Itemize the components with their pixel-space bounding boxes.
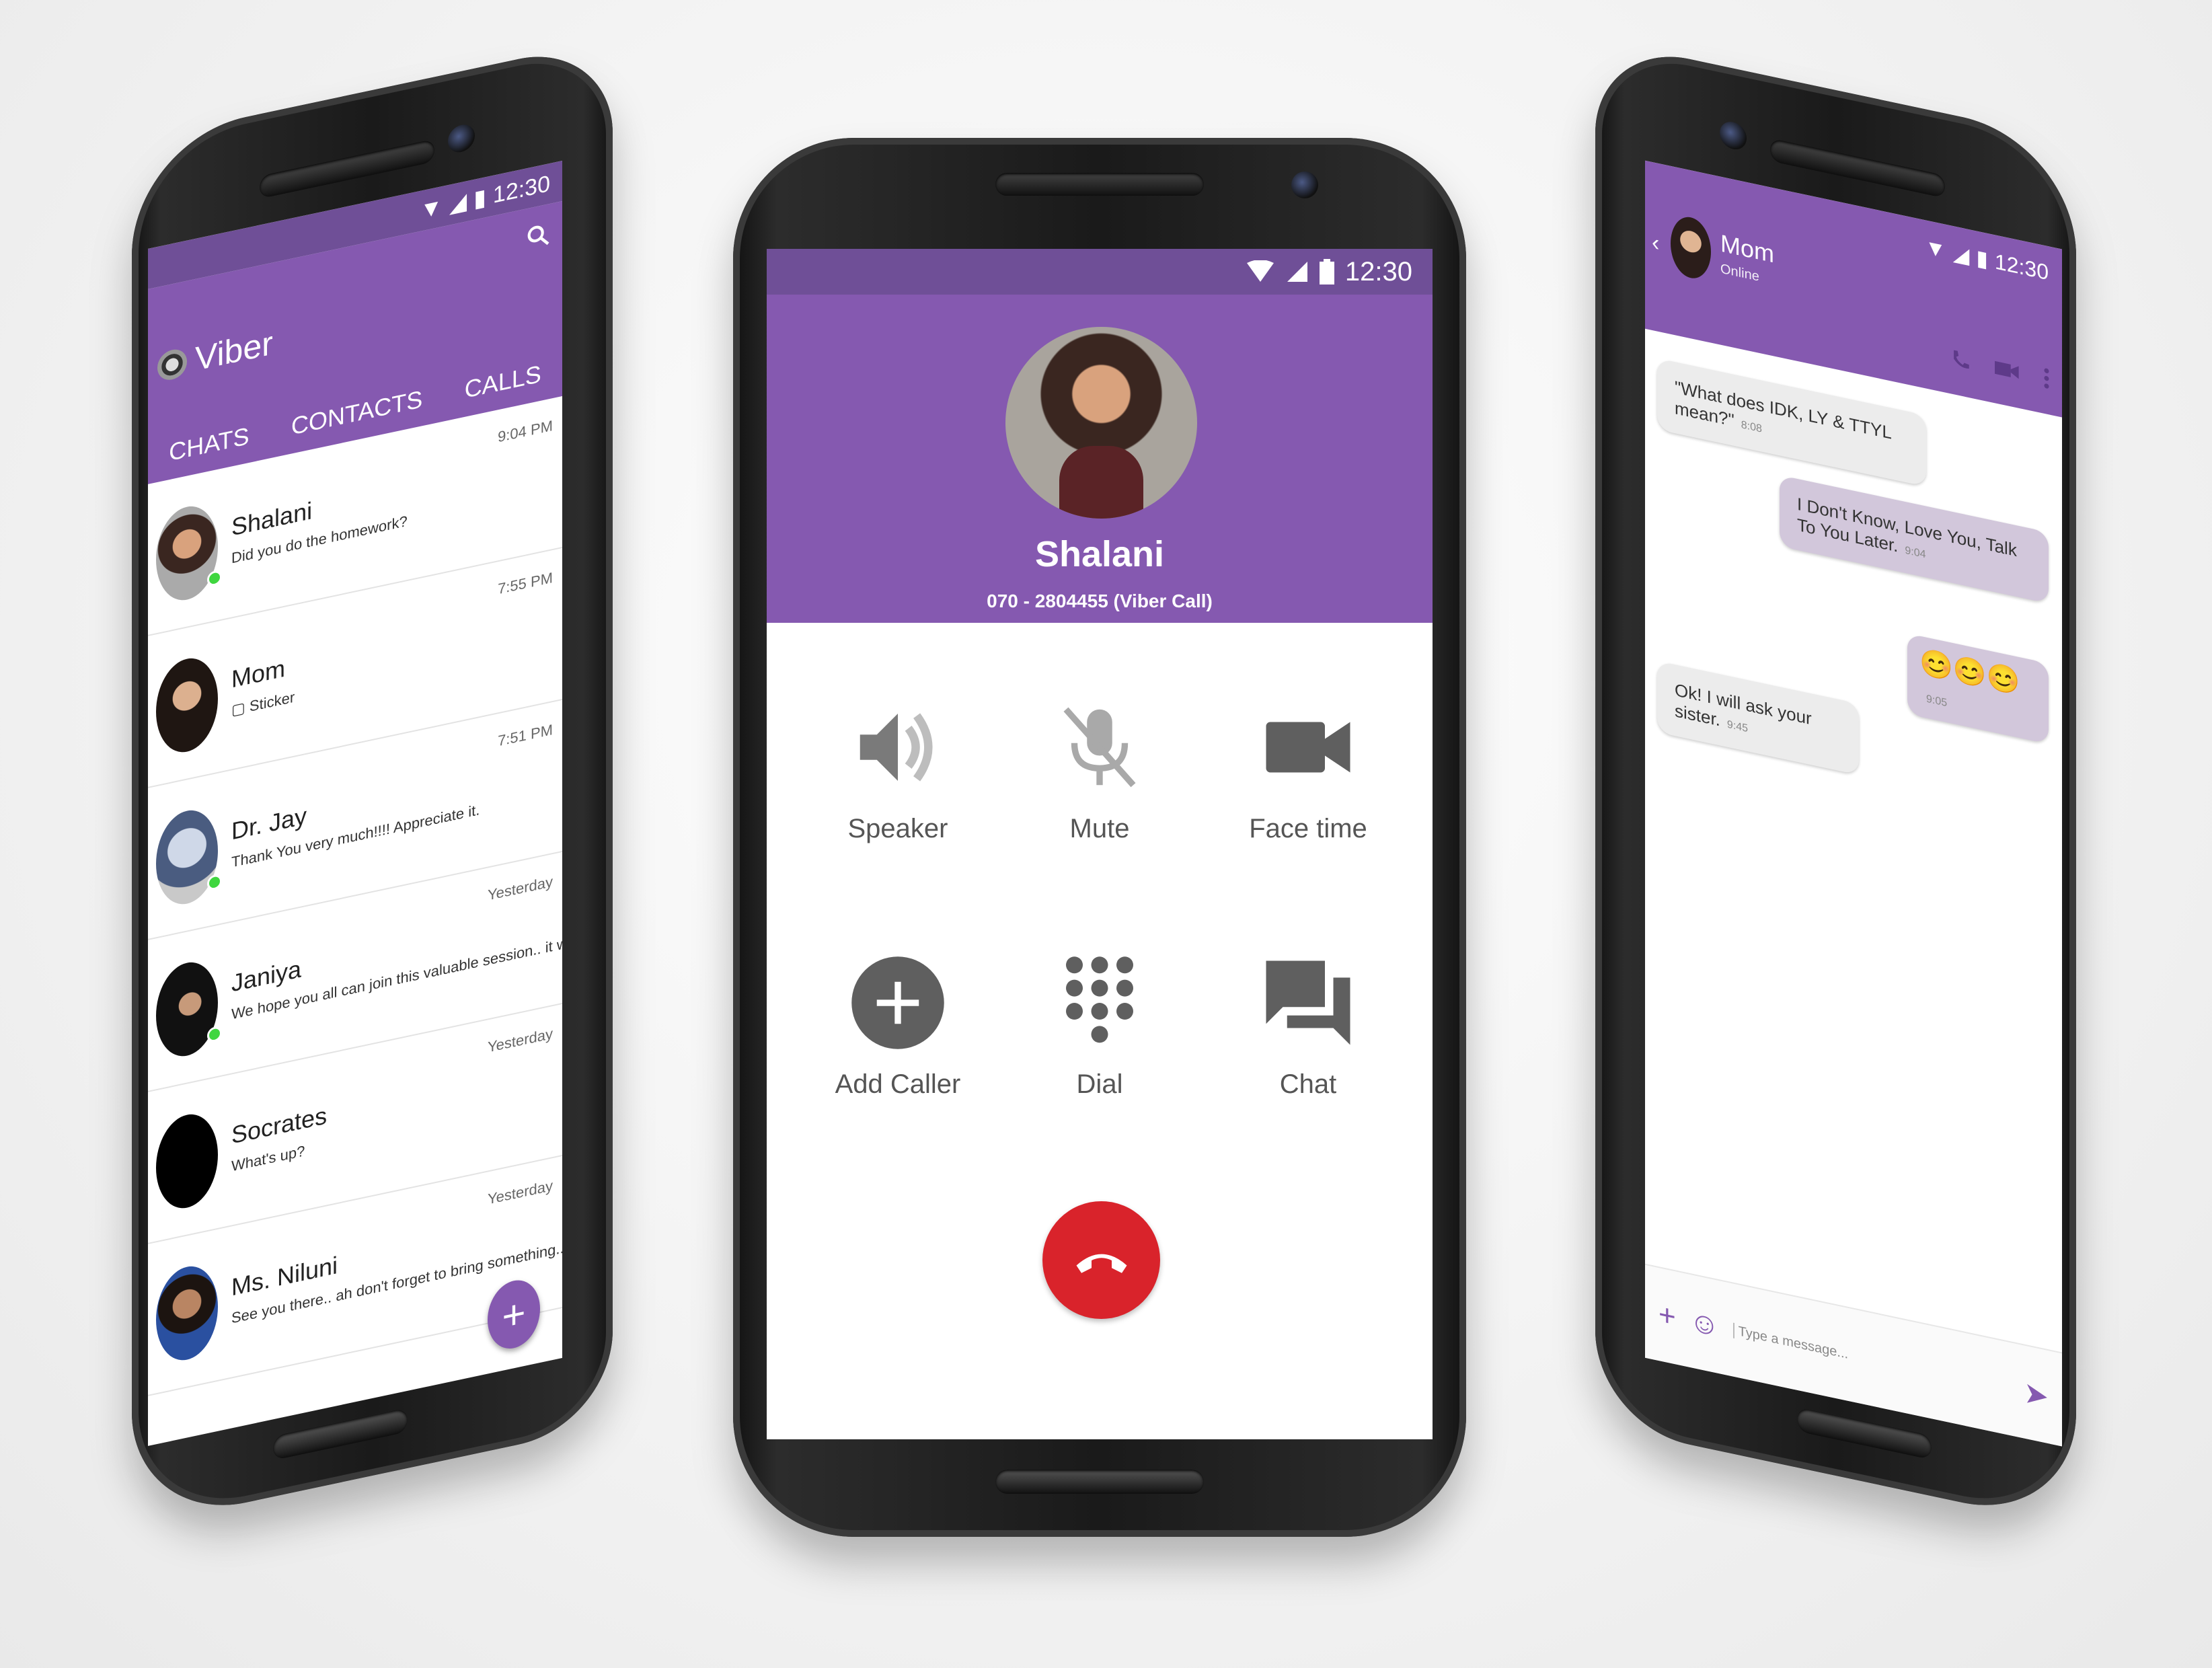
call-actions: Speaker Mute Face time Add Caller Dial C… [767,623,1433,1439]
contact-status: Online [1720,261,1759,285]
earpiece-speaker [260,139,434,199]
search-icon[interactable] [525,219,551,252]
wifi-icon [1246,260,1274,282]
avatar [156,804,218,911]
center-phone-device: 12:30 Shalani 070 - 2804455 (Viber Call)… [733,138,1466,1537]
earpiece-speaker [995,173,1204,196]
chat-name: Janiya [231,954,302,997]
tab-calls[interactable]: CALLS [465,360,541,404]
mute-label: Mute [1069,814,1130,843]
status-time: 12:30 [1994,248,2049,285]
more-options-icon[interactable] [2043,367,2050,391]
send-icon[interactable]: ➤ [2024,1375,2049,1414]
add-caller-button[interactable]: Add Caller [797,952,999,1100]
emoji-icon[interactable]: ☺ [1689,1304,1720,1344]
signal-icon [1287,262,1307,282]
caller-avatar [1005,327,1197,519]
status-time: 12:30 [492,170,550,208]
signal-icon: ◢ [449,188,467,218]
wifi-icon: ▼ [1925,233,1946,263]
message-text: "What does IDK, LY & TTYL mean?" [1675,377,1891,443]
header-actions [1949,346,2050,391]
front-camera [1291,172,1318,198]
add-circle-icon [851,956,944,1049]
phone-icon[interactable] [1949,346,1972,374]
message-time: 9:04 [1905,544,1926,561]
avatar [156,1260,218,1367]
chat-time: Yesterday [487,1176,553,1208]
home-button[interactable] [995,1470,1204,1494]
dial-label: Dial [1076,1069,1123,1099]
caller-number: 070 - 2804455 (Viber Call) [987,591,1213,611]
speaker-label: Speaker [847,814,948,843]
video-icon[interactable] [1995,357,2020,383]
chat-name: Mom [231,654,285,693]
caller-header: Shalani 070 - 2804455 (Viber Call) [767,295,1433,623]
end-call-icon [1076,1254,1127,1273]
speaker-icon [860,713,933,782]
status-bar: 12:30 [767,249,1433,295]
tab-chats[interactable]: CHATS [169,422,249,467]
face-time-label: Face time [1249,814,1367,843]
chat-time: Yesterday [487,872,553,904]
call-screen: 12:30 Shalani 070 - 2804455 (Viber Call)… [767,249,1433,1439]
home-button[interactable] [1797,1406,1932,1460]
left-phone-device: ▼ ◢ ▮ 12:30 Viber CHATS CONTACTS CALLS S… [132,39,613,1527]
message-time: 8:08 [1741,419,1762,435]
front-camera [448,122,475,155]
avatar [156,956,218,1063]
chat-preview-text: Sticker [249,688,295,715]
battery-icon [1319,259,1334,285]
avatar [156,1108,218,1215]
chat-time: Yesterday [487,1024,553,1056]
chat-name: Socrates [231,1101,328,1149]
battery-icon: ▮ [473,184,486,213]
speaker-button[interactable]: Speaker [797,697,999,844]
viber-logo-icon [157,346,187,383]
chat-time: 9:04 PM [498,416,553,446]
message-time: 9:45 [1726,718,1749,735]
dial-button[interactable]: Dial [999,952,1200,1100]
avatar [156,500,218,607]
sticker-icon: ▢ [231,697,250,719]
attach-plus-icon[interactable]: + [1658,1297,1676,1334]
status-bar: ▼ ◢ ▮ 12:30 [1925,233,2049,285]
caller-name: Shalani [1034,534,1165,574]
front-camera [1720,119,1747,152]
conversation-screen: ▼ ◢ ▮ 12:30 ‹ Mom Online "What does IDK,… [1645,160,2062,1447]
chat-time: 7:55 PM [498,568,553,598]
status-time: 12:30 [1344,256,1412,287]
mute-button[interactable]: Mute [999,697,1200,844]
message-input[interactable]: Type a message... [1732,1322,2011,1397]
message-bubble-incoming: Ok! I will ask your sister. 9:45 [1657,660,1859,775]
right-phone-device: ▼ ◢ ▮ 12:30 ‹ Mom Online "What does IDK,… [1595,39,2076,1527]
avatar [156,652,218,759]
chat-button[interactable]: Chat [1207,952,1409,1100]
video-camera-icon [1266,722,1350,773]
app-title: Viber [195,324,273,379]
home-button[interactable] [273,1407,408,1461]
wifi-icon: ▼ [420,193,443,224]
end-call-button[interactable] [1042,1201,1160,1319]
chat-name: Dr. Jay [231,801,307,845]
message-emoji: 😊😊😊 [1919,646,2020,698]
chat-bubbles-icon [1266,960,1350,1045]
chat-preview: ▢ Sticker [231,689,295,720]
chat-label: Chat [1279,1069,1337,1099]
contact-avatar [1671,213,1711,282]
chat-list-screen: ▼ ◢ ▮ 12:30 Viber CHATS CONTACTS CALLS S… [148,160,562,1446]
earpiece-speaker [1770,138,1945,198]
face-time-button[interactable]: Face time [1207,697,1409,844]
mute-mic-icon [1063,707,1136,788]
message-time: 9:05 [1926,693,1948,710]
chat-time: 7:51 PM [498,720,553,750]
message-bubble-outgoing: 😊😊😊9:05 [1907,633,2049,745]
back-arrow-icon[interactable]: ‹ [1652,229,1659,257]
message-bubble-outgoing: I Don't Know, Love You, Talk To You Late… [1780,475,2049,604]
signal-icon: ◢ [1952,240,1970,268]
battery-icon: ▮ [1976,245,1988,272]
add-caller-label: Add Caller [835,1069,961,1099]
dialpad-icon [1066,956,1133,1043]
